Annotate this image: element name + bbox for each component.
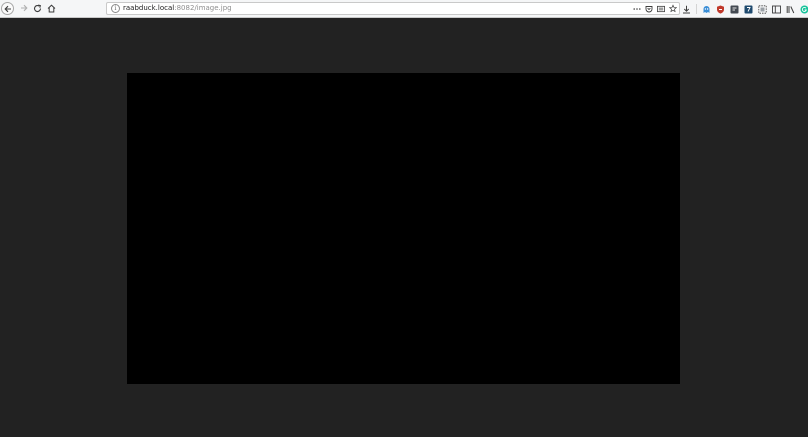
pocket-icon[interactable] (645, 5, 653, 13)
screenshot-icon[interactable] (758, 4, 767, 14)
ghostery-icon[interactable] (702, 5, 711, 14)
reload-button[interactable] (30, 1, 44, 15)
url-page-actions (633, 3, 677, 14)
url-host: raabduck.local (123, 4, 175, 12)
back-arrow-icon (3, 5, 11, 12)
page-viewport (0, 18, 808, 437)
displayed-image (127, 73, 680, 384)
reload-icon (33, 4, 41, 12)
back-button[interactable] (1, 2, 14, 15)
extension-icon[interactable] (744, 5, 753, 14)
more-icon[interactable] (633, 5, 641, 13)
download-icon[interactable] (682, 5, 691, 14)
url-bar[interactable]: i raabduck.local:8082/image.jpg (106, 2, 680, 15)
sidebar-icon[interactable] (772, 5, 781, 14)
extensions-toolbar (682, 3, 808, 15)
bookmark-star-icon[interactable] (669, 4, 677, 13)
home-icon (47, 4, 55, 12)
info-icon[interactable]: i (111, 4, 120, 13)
home-button[interactable] (44, 1, 58, 15)
library-icon[interactable] (786, 5, 795, 14)
url-path: :8082/image.jpg (174, 4, 232, 12)
forward-button[interactable] (17, 1, 31, 15)
url-text[interactable]: raabduck.local:8082/image.jpg (123, 3, 232, 14)
ublock-icon[interactable] (716, 5, 725, 14)
toolbar-separator (696, 4, 697, 14)
extension-icon[interactable] (730, 5, 739, 14)
forward-arrow-icon (21, 4, 28, 12)
browser-toolbar: i raabduck.local:8082/image.jpg (0, 0, 808, 18)
grammarly-icon[interactable] (800, 5, 808, 14)
reader-view-icon[interactable] (657, 5, 665, 13)
